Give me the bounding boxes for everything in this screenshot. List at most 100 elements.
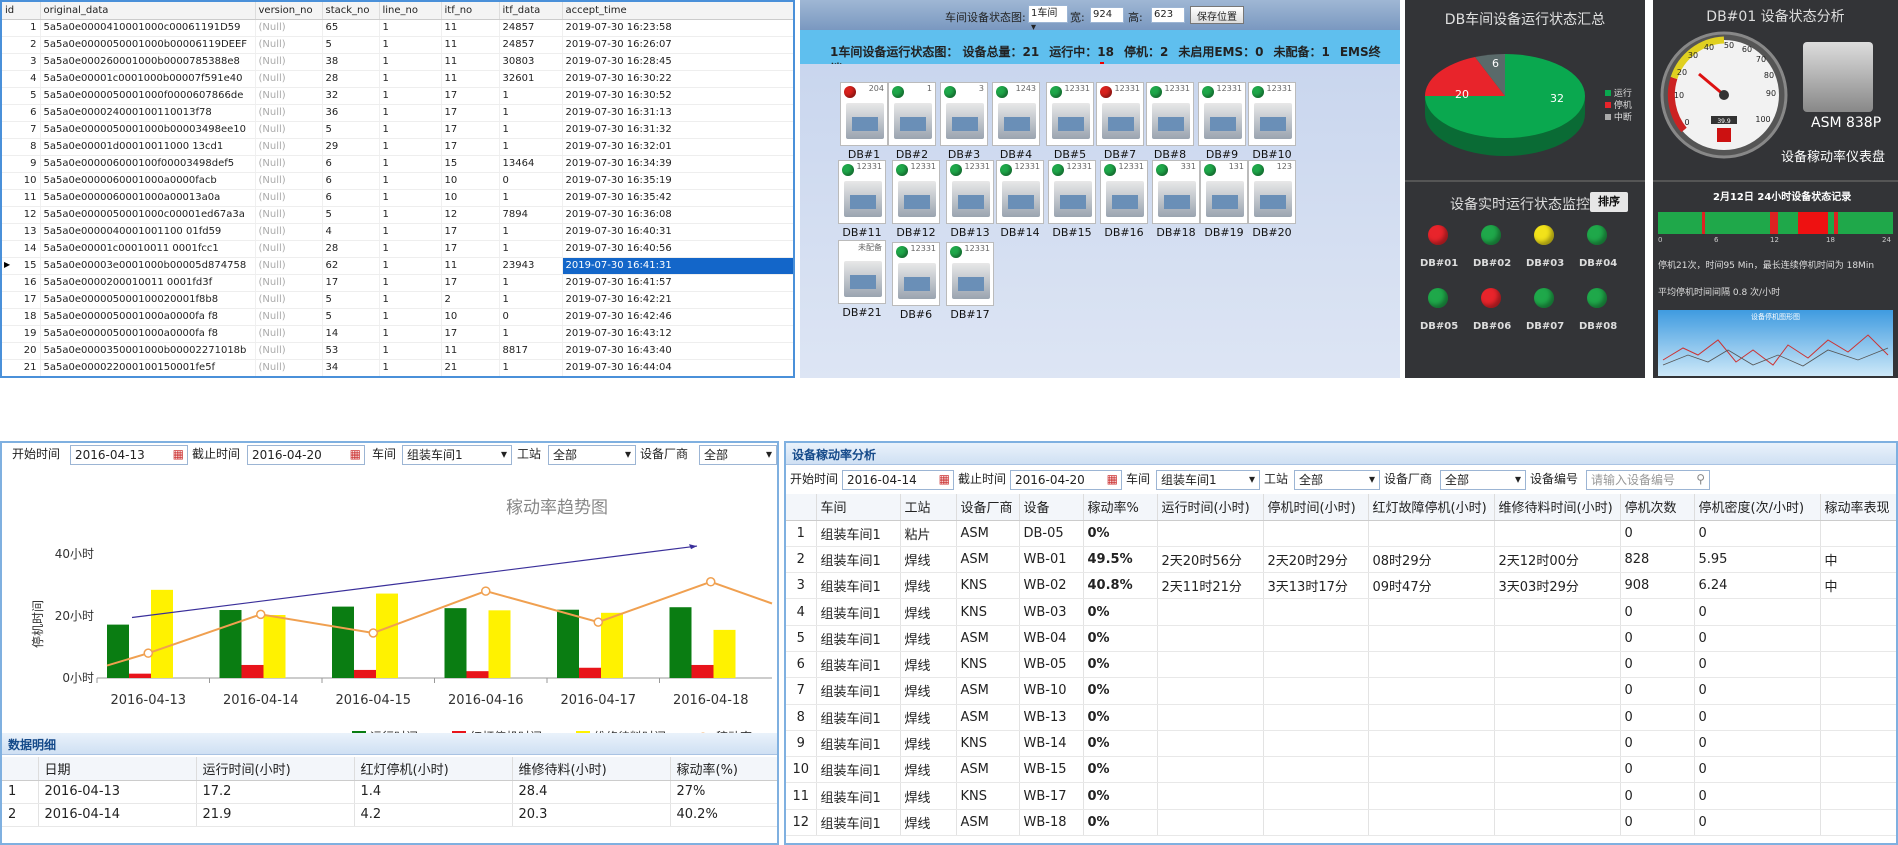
- save-position-button[interactable]: 保存位置: [1190, 6, 1244, 24]
- workshop-select[interactable]: 组装车间1 ▾: [1156, 470, 1260, 490]
- vendor-select[interactable]: 全部 ▾: [699, 445, 777, 465]
- vendor-select[interactable]: 全部 ▾: [1440, 470, 1526, 490]
- table-row[interactable]: 6 组装车间1 焊线 KNS WB-05 0% 0 0: [786, 651, 1896, 679]
- column-header[interactable]: 红灯停机(小时): [354, 757, 513, 781]
- machine-card[interactable]: 1243: [992, 82, 1040, 146]
- table-row[interactable]: 7 5a5a0e0000050001000b00003498ee10 (Null) 5…: [2, 121, 793, 139]
- table-row[interactable]: 9 组装车间1 焊线 KNS WB-14 0% 0 0: [786, 730, 1896, 758]
- column-header[interactable]: 维修待料时间(小时): [1494, 494, 1621, 521]
- start-date-input[interactable]: 2016-04-13 ▦: [70, 445, 188, 465]
- table-row[interactable]: 8 组装车间1 焊线 ASM WB-13 0% 0 0: [786, 704, 1896, 731]
- calendar-icon[interactable]: ▦: [350, 447, 361, 461]
- table-row[interactable]: 17 5a5a0e000005000100020001f8b8 (Null) 5 1 2 1…: [2, 291, 793, 309]
- table-row[interactable]: 2 组装车间1 焊线 ASM WB-01 49.5% 2天20时56分 2天20时29分 08时…: [786, 546, 1896, 574]
- station-select[interactable]: 全部 ▾: [1294, 470, 1380, 490]
- column-header[interactable]: 稼动率(%): [670, 757, 777, 781]
- table-row[interactable]: 16 5a5a0e0000200010011 0001fd3f (Null) 17 1 1…: [2, 274, 793, 292]
- calendar-icon[interactable]: ▦: [939, 472, 950, 486]
- column-header[interactable]: accept_time: [562, 2, 793, 20]
- machine-card[interactable]: 12331: [1046, 82, 1094, 146]
- search-icon[interactable]: ⚲: [1696, 472, 1705, 486]
- table-row[interactable]: 10 组装车间1 焊线 ASM WB-15 0% 0 0: [786, 756, 1896, 784]
- column-header[interactable]: 停机时间(小时): [1263, 494, 1369, 521]
- machine-card[interactable]: 123: [1248, 160, 1296, 224]
- machine-card[interactable]: 12331: [1248, 82, 1296, 146]
- column-header[interactable]: itf_no: [441, 2, 500, 20]
- column-header[interactable]: line_no: [379, 2, 442, 20]
- sort-button[interactable]: 排序: [1590, 192, 1628, 212]
- machine-card[interactable]: 12331: [1198, 82, 1246, 146]
- workshop-select[interactable]: 1车间 ▾: [1028, 5, 1068, 33]
- column-header[interactable]: [786, 494, 817, 521]
- height-input[interactable]: 623: [1151, 7, 1185, 23]
- table-row[interactable]: 11 5a5a0e0000060001000a00013a0a (Null) 6 1 10…: [2, 189, 793, 207]
- table-row[interactable]: 2 2016-04-14 21.9 4.2 20.3 40.2%: [2, 803, 777, 827]
- column-header[interactable]: 稼动率%: [1083, 494, 1158, 521]
- column-header[interactable]: 车间: [816, 494, 901, 521]
- table-row[interactable]: 15 5a5a0e00003e0001000b00005d874758 (Null)…: [2, 257, 793, 275]
- machine-card[interactable]: 3: [940, 82, 988, 146]
- machine-card[interactable]: 12331: [1048, 160, 1096, 224]
- machine-card[interactable]: 331: [1152, 160, 1200, 224]
- column-header[interactable]: 运行时间(小时): [196, 757, 355, 781]
- column-header[interactable]: original_data: [40, 2, 256, 20]
- machine-card[interactable]: 1: [888, 82, 936, 146]
- table-row[interactable]: 3 5a5a0e000260001000b0000785388e8 (Null) 38…: [2, 53, 793, 71]
- end-date-input[interactable]: 2016-04-20 ▦: [1010, 470, 1122, 490]
- machine-card[interactable]: 204: [840, 82, 888, 146]
- machine-card[interactable]: 12331: [946, 160, 994, 224]
- column-header[interactable]: 停机密度(次/小时): [1694, 494, 1821, 521]
- machine-card[interactable]: 12331: [892, 242, 940, 306]
- table-row[interactable]: 12 5a5a0e0000050001000c00001ed67a3a (Null)…: [2, 206, 793, 224]
- machine-card[interactable]: 131: [1200, 160, 1248, 224]
- table-row[interactable]: 6 5a5a0e000024000100110013f78 (Null) 36 1 17 1…: [2, 104, 793, 122]
- table-row[interactable]: 1 组装车间1 粘片 ASM DB-05 0% 0 0: [786, 520, 1896, 547]
- machine-card[interactable]: 未配备: [838, 240, 886, 304]
- table-row[interactable]: 19 5a5a0e0000050001000a0000fa f8 (Null) 14 1…: [2, 325, 793, 343]
- machine-card[interactable]: 12331: [996, 160, 1044, 224]
- column-header[interactable]: 红灯故障停机(小时): [1368, 494, 1495, 521]
- machine-card[interactable]: 12331: [946, 242, 994, 306]
- table-row[interactable]: 2 5a5a0e0000050001000b00006119DEEF (Null) 5…: [2, 36, 793, 54]
- calendar-icon[interactable]: ▦: [1107, 472, 1118, 486]
- table-row[interactable]: 4 5a5a0e00001c0001000b00007f591e40 (Null) 2…: [2, 70, 793, 88]
- table-row[interactable]: 11 组装车间1 焊线 KNS WB-17 0% 0 0: [786, 782, 1896, 810]
- table-row[interactable]: 14 5a5a0e00001c00010011 0001fcc1 (Null) 28 1…: [2, 240, 793, 258]
- table-row[interactable]: 1 5a5a0e0000410001000c00061191D59 (Null) 65…: [2, 19, 793, 37]
- table-row[interactable]: 8 5a5a0e00001d00010011000 13cd1 (Null) 29 1 1…: [2, 138, 793, 156]
- machine-card[interactable]: 12331: [1146, 82, 1194, 146]
- column-header[interactable]: 运行时间(小时): [1157, 494, 1264, 521]
- column-header[interactable]: 设备: [1019, 494, 1084, 521]
- table-row[interactable]: 5 5a5a0e0000050001000f0000607866de (Null) 3…: [2, 87, 793, 105]
- column-header[interactable]: version_no: [255, 2, 323, 20]
- column-header[interactable]: 工站: [900, 494, 957, 521]
- end-date-input[interactable]: 2016-04-20 ▦: [247, 445, 365, 465]
- machine-card[interactable]: 12331: [1100, 160, 1148, 224]
- station-select[interactable]: 全部 ▾: [548, 445, 636, 465]
- device-search-input[interactable]: 请输入设备编号 ⚲: [1586, 470, 1710, 490]
- table-row[interactable]: 18 5a5a0e0000050001000a0000fa f8 (Null) 5 1 1…: [2, 308, 793, 326]
- table-row[interactable]: 1 2016-04-13 17.2 1.4 28.4 27%: [2, 780, 777, 804]
- start-date-input[interactable]: 2016-04-14 ▦: [842, 470, 954, 490]
- calendar-icon[interactable]: ▦: [173, 447, 184, 461]
- column-header[interactable]: 设备厂商: [956, 494, 1020, 521]
- column-header[interactable]: stack_no: [322, 2, 380, 20]
- table-row[interactable]: 10 5a5a0e0000060001000a0000facb (Null) 6 1 10…: [2, 172, 793, 190]
- width-input[interactable]: 924: [1090, 7, 1124, 23]
- column-header[interactable]: 日期: [38, 757, 197, 781]
- column-header[interactable]: 维修待料(小时): [512, 757, 671, 781]
- table-row[interactable]: 21 5a5a0e000022000100150001fe5f (Null) 34 1 2…: [2, 359, 793, 376]
- table-row[interactable]: 20 5a5a0e0000350001000b00002271018b (Null)…: [2, 342, 793, 360]
- table-row[interactable]: 3 组装车间1 焊线 KNS WB-02 40.8% 2天11时21分 3天13时17分 09时…: [786, 572, 1896, 600]
- column-header[interactable]: id: [2, 2, 41, 20]
- machine-card[interactable]: 12331: [892, 160, 940, 224]
- table-row[interactable]: 13 5a5a0e0000040001001100 01fd59 (Null) 4 1 1…: [2, 223, 793, 241]
- table-row[interactable]: 5 组装车间1 焊线 ASM WB-04 0% 0 0: [786, 625, 1896, 652]
- table-row[interactable]: 9 5a5a0e000006000100f00003498def5 (Null) 6 1…: [2, 155, 793, 173]
- machine-card[interactable]: 12331: [838, 160, 886, 224]
- table-row[interactable]: 7 组装车间1 焊线 ASM WB-10 0% 0 0: [786, 677, 1896, 705]
- table-row[interactable]: 12 组装车间1 焊线 ASM WB-18 0% 0 0: [786, 809, 1896, 837]
- machine-card[interactable]: 12331: [1096, 82, 1144, 146]
- column-header[interactable]: 停机次数: [1620, 494, 1695, 521]
- column-header[interactable]: 稼动率表现: [1820, 494, 1896, 521]
